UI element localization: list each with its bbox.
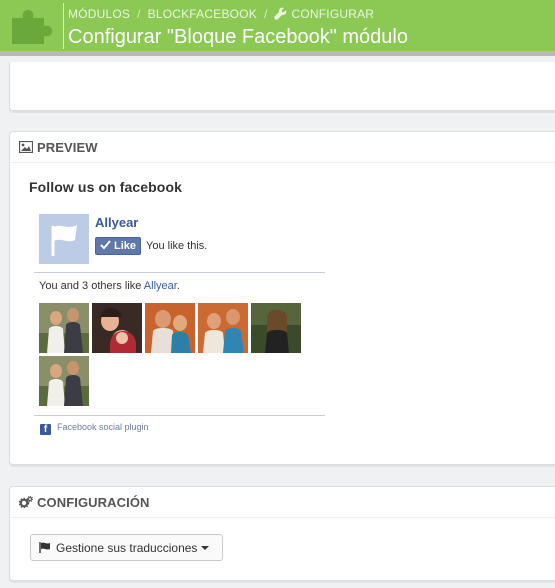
face-thumbnail[interactable] [145,303,195,353]
like-count-prefix: You and 3 others like [39,280,144,292]
preview-panel: PREVIEW Follow us on facebook Allyear Li… [9,131,555,465]
you-like-text: You like this. [146,240,208,252]
header-divider [63,3,64,49]
divider [34,415,325,416]
wrench-icon [274,7,287,20]
flag-icon [39,542,50,553]
cogs-icon [19,496,33,508]
page-title: Configurar "Bloque Facebook" módulo [68,26,408,48]
config-heading-label: CONFIGURACIÓN [37,495,150,510]
preview-heading: PREVIEW [10,132,555,163]
face-thumbnail[interactable] [92,303,142,353]
breadcrumb-separator: / [263,7,268,21]
facebook-social-plugin[interactable]: f Facebook social plugin [40,422,149,435]
manage-translations-label: Gestione sus traducciones [56,541,198,555]
like-button-label: Like [114,240,137,252]
config-heading: CONFIGURACIÓN [10,487,555,518]
facebook-social-plugin-label: Facebook social plugin [57,422,149,432]
top-panel [9,62,555,111]
face-thumbnail[interactable] [251,303,301,353]
breadcrumb: MÓDULOS / BLOCKFACEBOOK / CONFIGURAR [68,7,374,21]
manage-translations-button[interactable]: Gestione sus traducciones [30,534,223,561]
face-thumbnail[interactable] [198,303,248,353]
follow-title: Follow us on facebook [29,179,182,195]
breadcrumb-blockfacebook[interactable]: BLOCKFACEBOOK [148,7,257,21]
config-panel: CONFIGURACIÓN Gestione sus traducciones [9,486,555,581]
preview-heading-label: PREVIEW [37,140,98,155]
like-count-suffix: . [176,280,180,292]
facebook-page-name[interactable]: Allyear [95,215,138,230]
like-button[interactable]: Like [95,237,141,255]
page-logo[interactable] [39,214,89,264]
caret-down-icon [201,546,210,550]
flag-logo-icon [39,214,89,264]
breadcrumb-configure[interactable]: CONFIGURAR [291,7,374,21]
header-shadow [0,51,555,56]
facebook-icon: f [40,424,51,435]
image-icon [19,141,33,153]
page-header: MÓDULOS / BLOCKFACEBOOK / CONFIGURAR Configu… [0,0,555,56]
face-thumbnail[interactable] [39,356,89,406]
like-count-text: You and 3 others like Allyear. [39,280,180,292]
puzzle-icon [12,10,52,44]
breadcrumb-modules[interactable]: MÓDULOS [68,7,130,21]
face-thumbnail[interactable] [39,303,89,353]
check-icon [100,240,111,250]
breadcrumb-separator: / [137,7,141,21]
header-bar: MÓDULOS / BLOCKFACEBOOK / CONFIGURAR Configu… [0,0,555,51]
divider [34,272,325,273]
like-count-page-link[interactable]: Allyear [144,280,177,292]
